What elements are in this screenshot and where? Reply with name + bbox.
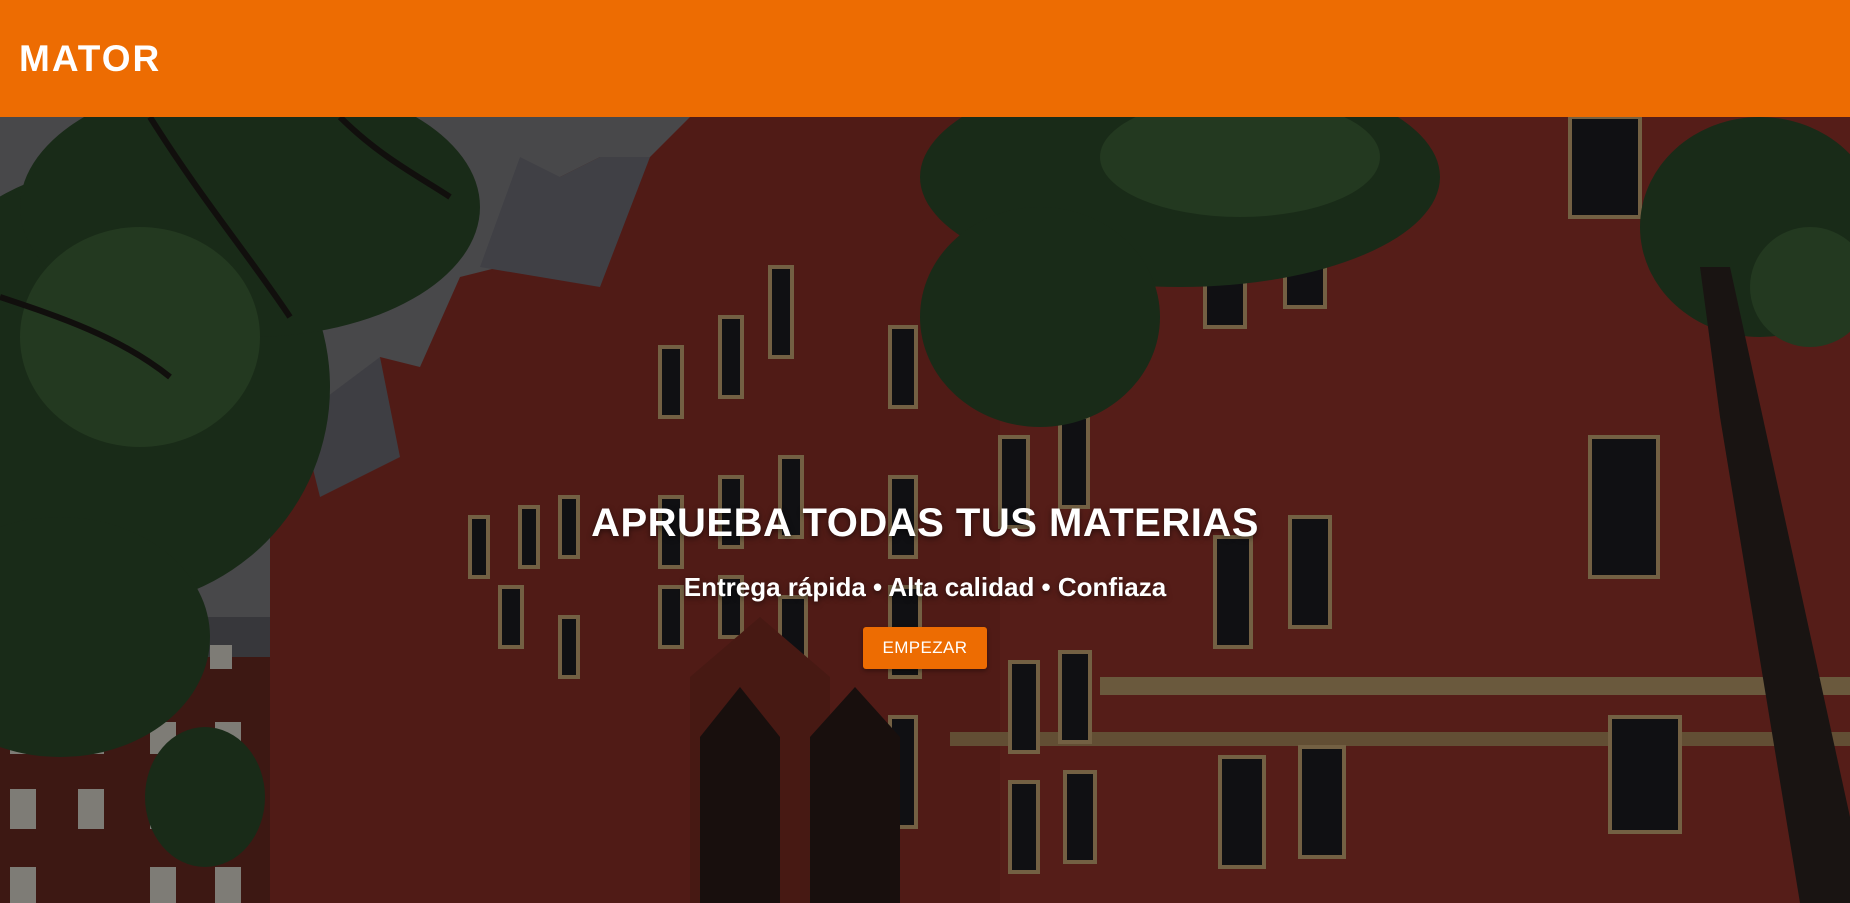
brand-logo[interactable]: MATOR [19,38,161,80]
hero-section: APRUEBA TODAS TUS MATERIAS Entrega rápid… [0,117,1850,903]
start-button[interactable]: EMPEZAR [862,627,988,669]
top-navbar: MATOR [0,0,1850,117]
hero-content: APRUEBA TODAS TUS MATERIAS Entrega rápid… [0,117,1850,903]
hero-subtitle: Entrega rápida • Alta calidad • Confiaza [683,572,1167,602]
hero-title: APRUEBA TODAS TUS MATERIAS [591,501,1259,545]
